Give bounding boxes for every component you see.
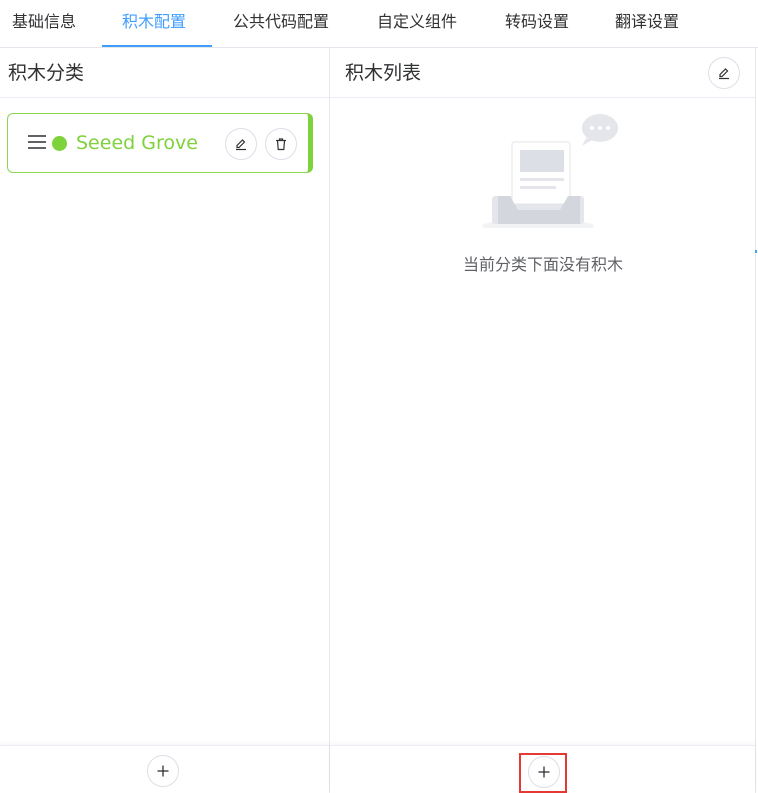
- block-list-panel: 积木列表 当前分类下面没有积木: [330, 48, 756, 793]
- category-panel-footer: [0, 745, 329, 793]
- edit-category-button[interactable]: [225, 128, 257, 160]
- tab-custom-components[interactable]: 自定义组件: [377, 0, 457, 48]
- empty-state-illustration: [480, 108, 620, 233]
- category-color-dot: [52, 136, 67, 151]
- tab-translation-settings[interactable]: 翻译设置: [615, 0, 679, 48]
- category-panel-header: 积木分类: [0, 48, 329, 98]
- add-category-button[interactable]: [147, 755, 179, 787]
- category-panel-title: 积木分类: [8, 62, 85, 84]
- plus-icon: [538, 766, 550, 778]
- delete-category-button[interactable]: [265, 128, 297, 160]
- category-panel: 积木分类 Seeed Grove: [0, 48, 330, 793]
- drag-handle-icon[interactable]: [28, 134, 46, 150]
- tab-block-config[interactable]: 积木配置: [122, 0, 186, 48]
- tab-transcode-settings[interactable]: 转码设置: [505, 0, 569, 48]
- empty-state-text: 当前分类下面没有积木: [462, 255, 623, 274]
- plus-icon: [157, 765, 169, 777]
- add-block-button[interactable]: [528, 756, 560, 788]
- tab-bar: 基础信息 积木配置 公共代码配置 自定义组件 转码设置 翻译设置: [0, 0, 758, 48]
- edit-icon: [236, 139, 246, 151]
- trash-icon: [276, 138, 286, 151]
- category-item[interactable]: Seeed Grove: [7, 113, 313, 173]
- edit-block-list-button[interactable]: [708, 57, 740, 89]
- block-list-panel-title: 积木列表: [345, 62, 422, 84]
- block-list-panel-footer: [330, 745, 755, 793]
- tab-common-code-config[interactable]: 公共代码配置: [233, 0, 329, 48]
- scroll-indicator: [755, 250, 757, 253]
- active-tab-indicator: [102, 45, 212, 47]
- edit-icon: [719, 68, 729, 80]
- block-list-panel-header: 积木列表: [330, 48, 755, 98]
- category-name: Seeed Grove: [76, 132, 198, 154]
- tab-basic-info[interactable]: 基础信息: [12, 0, 76, 48]
- empty-inbox-icon: [482, 114, 618, 233]
